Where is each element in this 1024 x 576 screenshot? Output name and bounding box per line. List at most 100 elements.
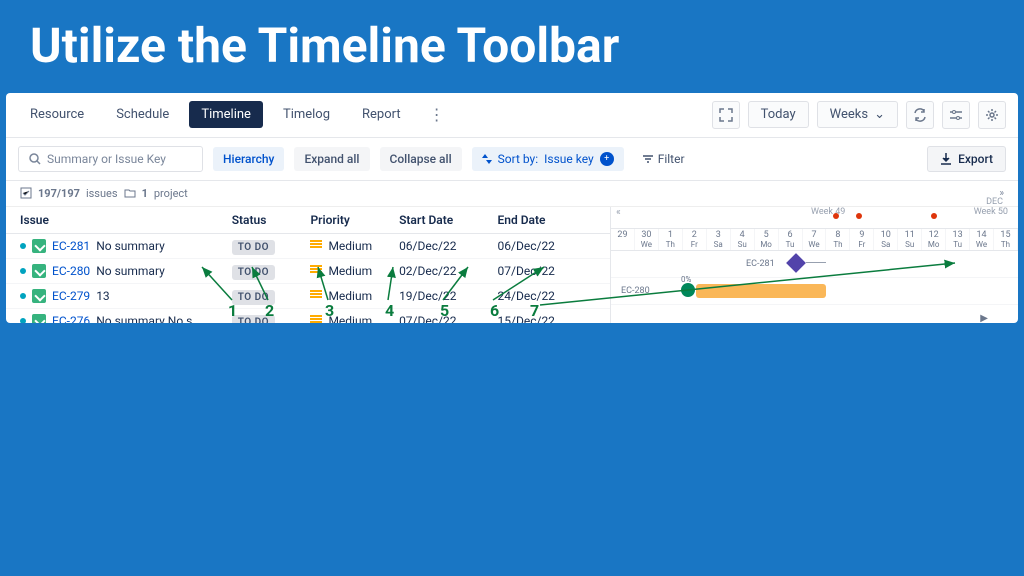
issue-key[interactable]: EC-281 (52, 239, 90, 253)
annotation-4: 4 (385, 301, 394, 320)
milestone-icon[interactable] (786, 253, 806, 273)
gantt-bar[interactable] (696, 284, 826, 298)
project-icon (124, 187, 136, 199)
table-row[interactable]: EC-279 13 TO DO Medium 19/Dec/22 24/Dec/… (6, 284, 610, 309)
settings-icon[interactable] (978, 101, 1006, 129)
holiday-marker-icon (931, 213, 937, 219)
col-start[interactable]: Start Date (399, 213, 497, 227)
day-column: 13Tu (946, 229, 970, 250)
tab-schedule[interactable]: Schedule (104, 101, 181, 128)
day-column: 8Th (826, 229, 850, 250)
priority-icon (310, 290, 322, 302)
annotation-3: 3 (325, 301, 334, 320)
col-status[interactable]: Status (232, 213, 311, 227)
issue-summary: 13 (96, 289, 110, 303)
filter-button[interactable]: Filter (634, 147, 693, 171)
tab-timeline[interactable]: Timeline (189, 101, 263, 128)
start-date: 02/Dec/22 (399, 264, 497, 278)
col-end[interactable]: End Date (498, 213, 596, 227)
start-date: 06/Dec/22 (399, 239, 497, 253)
annotation-7: 7 (530, 301, 539, 320)
issue-key[interactable]: EC-279 (52, 289, 90, 303)
filter-settings-icon[interactable] (942, 101, 970, 129)
holiday-marker-icon (856, 213, 862, 219)
holiday-marker-icon (833, 213, 839, 219)
col-priority[interactable]: Priority (310, 213, 399, 227)
zoom-label: Weeks (830, 107, 868, 122)
bullet-icon (20, 243, 26, 249)
annotation-2: 2 (265, 301, 274, 320)
table-row[interactable]: EC-276 No summary No s TO DO Medium 07/D… (6, 309, 610, 323)
assignee-avatar[interactable] (681, 283, 695, 297)
priority-icon (310, 315, 322, 323)
table-row[interactable]: EC-281 No summary TO DO Medium 06/Dec/22… (6, 234, 610, 259)
bar-label: EC-280 (621, 286, 650, 296)
export-button[interactable]: Export (927, 146, 1006, 172)
day-column: 1Th (659, 229, 683, 250)
table-row[interactable]: EC-280 No summary TO DO Medium 02/Dec/22… (6, 259, 610, 284)
sort-add-icon[interactable]: + (600, 152, 614, 166)
priority-label: Medium (328, 239, 372, 253)
issuetype-icon (32, 239, 46, 253)
tab-timelog[interactable]: Timelog (271, 101, 342, 128)
week-49-label: Week 49 (811, 207, 845, 217)
filter-icon (642, 153, 654, 165)
issue-summary: No summary (96, 239, 165, 253)
bullet-icon (20, 293, 26, 299)
today-button[interactable]: Today (748, 101, 809, 128)
issue-count: 197/197 (38, 187, 80, 200)
bullet-icon (20, 318, 26, 323)
sort-icon (482, 154, 492, 164)
day-column: 7We (803, 229, 827, 250)
hierarchy-button[interactable]: Hierarchy (213, 147, 284, 171)
col-issue[interactable]: Issue (20, 213, 232, 227)
tab-bar: Resource Schedule Timeline Timelog Repor… (6, 93, 1018, 138)
priority-icon (310, 265, 322, 277)
day-column: 9Fr (850, 229, 874, 250)
annotation-1: 1 (228, 301, 237, 320)
tab-report[interactable]: Report (350, 101, 413, 128)
sort-button[interactable]: Sort by: Issue key + (472, 147, 624, 171)
filter-label: Filter (658, 152, 685, 166)
more-menu-icon[interactable]: ⋮ (425, 101, 449, 128)
gantt-chart[interactable]: « Week 49 Week 50 DEC 2930We1Th2Fr3Sa4Su… (611, 207, 1018, 323)
end-date: 07/Dec/22 (498, 264, 596, 278)
collapse-all-button[interactable]: Collapse all (380, 147, 462, 171)
dependency-line (806, 262, 826, 263)
refresh-icon[interactable] (906, 101, 934, 129)
issue-summary: No summary (96, 264, 165, 278)
search-placeholder: Summary or Issue Key (47, 152, 166, 166)
bullet-icon (20, 268, 26, 274)
issue-key[interactable]: EC-276 (52, 314, 90, 323)
priority-icon (310, 240, 322, 252)
issue-summary: No summary No s (96, 314, 192, 323)
fullscreen-icon[interactable] (712, 101, 740, 129)
export-label: Export (958, 152, 993, 166)
download-icon (940, 153, 952, 165)
tab-resource[interactable]: Resource (18, 101, 96, 128)
zoom-select[interactable]: Weeks ⌄ (817, 101, 898, 128)
gantt-row: EC-280 0% (611, 278, 1018, 305)
issue-table: Issue Status Priority Start Date End Dat… (6, 207, 611, 323)
issue-key[interactable]: EC-280 (52, 264, 90, 278)
issues-icon (20, 187, 32, 199)
week-50-label: Week 50 (974, 207, 1008, 217)
search-input[interactable]: Summary or Issue Key (18, 146, 203, 172)
project-label: project (154, 187, 188, 200)
status-badge[interactable]: TO DO (232, 265, 275, 280)
issuetype-icon (32, 314, 46, 323)
status-badge[interactable]: TO DO (232, 240, 275, 255)
slide-title: Utilize the Timeline Toolbar (0, 0, 1024, 83)
month-label: DEC (986, 197, 1003, 207)
bar-label: EC-281 (746, 259, 775, 269)
scroll-right-icon[interactable]: ▶ (980, 313, 988, 323)
app-window: Resource Schedule Timeline Timelog Repor… (6, 93, 1018, 323)
end-date: 06/Dec/22 (498, 239, 596, 253)
expand-all-button[interactable]: Expand all (294, 147, 369, 171)
annotation-6: 6 (490, 301, 499, 320)
day-column: 30We (635, 229, 659, 250)
day-column: 10Sa (874, 229, 898, 250)
issuetype-icon (32, 264, 46, 278)
day-column: 5Mo (755, 229, 779, 250)
sort-value: Issue key (544, 152, 594, 166)
